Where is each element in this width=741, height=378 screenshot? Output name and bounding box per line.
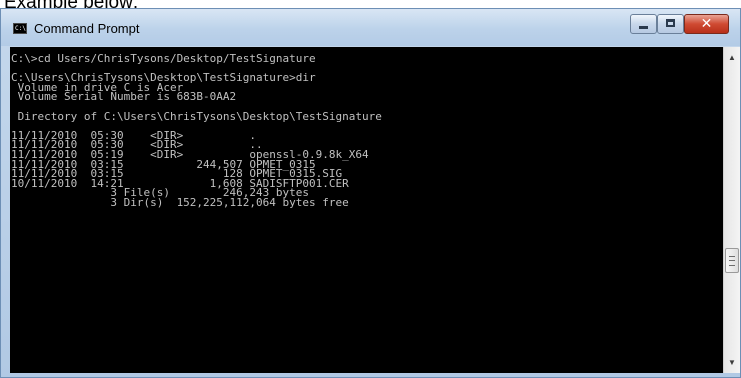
console-text: C:\>cd Users/ChrisTysons/Desktop/TestSig…: [11, 52, 382, 209]
command-prompt-window: C:\ Command Prompt ✕ C:\>cd Users/ChrisT…: [0, 8, 741, 378]
close-icon: ✕: [700, 16, 713, 32]
title-bar[interactable]: C:\ Command Prompt ✕: [1, 9, 740, 46]
minimize-icon: [639, 26, 648, 29]
window-title: Command Prompt: [34, 21, 140, 36]
scroll-down-icon[interactable]: ▼: [724, 354, 740, 371]
vertical-scrollbar[interactable]: ▲ ▼: [723, 47, 740, 373]
maximize-button[interactable]: [657, 14, 684, 34]
close-button[interactable]: ✕: [684, 14, 729, 34]
grip-icon: [729, 256, 735, 266]
minimize-button[interactable]: [630, 14, 657, 34]
scrollbar-thumb[interactable]: [725, 248, 739, 273]
console-output[interactable]: C:\>cd Users/ChrisTysons/Desktop/TestSig…: [10, 47, 723, 373]
scroll-up-icon[interactable]: ▲: [724, 49, 740, 66]
console-app-icon[interactable]: C:\: [13, 23, 27, 34]
maximize-icon: [666, 19, 675, 27]
